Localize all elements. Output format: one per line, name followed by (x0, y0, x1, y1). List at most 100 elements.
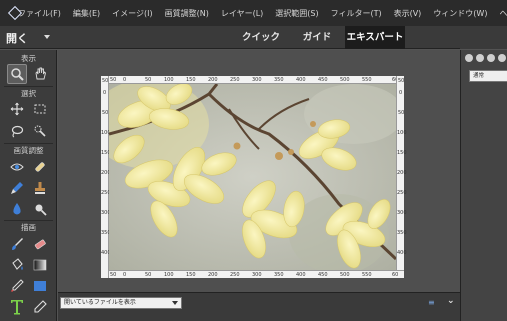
menu-help[interactable]: ヘルプ(H) (493, 8, 507, 19)
section-draw-label: 描画 (21, 223, 36, 232)
photo-image[interactable] (109, 84, 396, 270)
eye-tool-icon[interactable] (7, 157, 27, 177)
ruler-label: 250 (397, 190, 407, 196)
ruler-label: 50 (398, 110, 405, 116)
ruler-label: 150 (397, 150, 407, 156)
document-window[interactable]: 50 0 50 100 150 200 250 300 350 400 450 … (101, 76, 407, 278)
ruler-label: 550 (362, 77, 372, 83)
rectangular-marquee-icon[interactable] (30, 99, 50, 119)
right-panel-header (460, 26, 507, 49)
panel-icon-row (465, 54, 506, 62)
menu-edit[interactable]: 編集(E) (67, 8, 106, 19)
ruler-label: 50 (110, 77, 117, 83)
new-layer-icon[interactable] (465, 54, 473, 62)
pencil-tool-icon[interactable] (30, 297, 50, 317)
ruler-label: 0 (103, 90, 107, 96)
ruler-label: 400 (296, 272, 306, 278)
open-files-dropdown-value: 開いているファイルを表示 (64, 299, 136, 306)
delete-layer-icon[interactable] (498, 54, 506, 62)
canvas-area[interactable]: 50 0 50 100 150 200 250 300 350 400 450 … (58, 50, 460, 292)
ruler-label: 200 (397, 170, 407, 176)
open-button[interactable]: 開く (6, 30, 28, 46)
ruler-label: 300 (252, 272, 262, 278)
sponge-tool-icon[interactable] (30, 199, 50, 219)
ruler-label: 350 (274, 77, 284, 83)
ruler-left: 50 0 50 100 150 200 250 300 350 400 (101, 76, 111, 278)
ruler-label: 500 (340, 272, 350, 278)
tab-expert[interactable]: エキスパート (345, 26, 405, 49)
ruler-label: 50 (110, 272, 117, 278)
blend-mode-select[interactable]: 通常 (469, 70, 507, 82)
photo-editor-window: ファイル(F) 編集(E) イメージ(I) 画質調整(N) レイヤー(L) 選択… (0, 0, 507, 321)
toolbox: 表示 選択 画質調整 描画 (0, 50, 57, 321)
menu-select[interactable]: 選択範囲(S) (269, 8, 324, 19)
brush-tool-icon[interactable] (7, 234, 27, 254)
list-menu-icon[interactable]: ≡ (428, 298, 435, 307)
section-divider (4, 220, 53, 221)
ruler-label: 150 (186, 77, 196, 83)
ruler-right: 50 0 50 100 150 200 250 300 350 400 (396, 76, 407, 278)
ruler-label: 50 (398, 78, 405, 84)
smart-brush-icon[interactable] (7, 178, 27, 198)
bottom-bar: 開いているファイルを表示 ≡ ⌄ (58, 292, 460, 321)
menu-items: ファイル(F) 編集(E) イメージ(I) 画質調整(N) レイヤー(L) 選択… (12, 8, 507, 19)
mode-bar: 開く クイック ガイド エキスパート (0, 26, 507, 49)
shape-tool-icon[interactable] (30, 276, 50, 296)
spot-healing-brush-icon[interactable] (30, 157, 50, 177)
section-select-label: 選択 (21, 89, 36, 98)
eraser-tool-icon[interactable] (30, 234, 50, 254)
ruler-label: 50 (145, 77, 152, 83)
ruler-label: 350 (397, 230, 407, 236)
ruler-label: 250 (230, 272, 240, 278)
ruler-label: 50 (102, 110, 109, 116)
collapse-chevron-icon[interactable]: ⌄ (447, 296, 455, 306)
ruler-label: 350 (274, 272, 284, 278)
ruler-label: 500 (340, 77, 350, 83)
menu-window[interactable]: ウィンドウ(W) (427, 8, 493, 19)
ruler-label: 0 (123, 77, 127, 83)
adjustment-layer-icon[interactable] (476, 54, 484, 62)
layer-options-icon[interactable] (487, 54, 495, 62)
ruler-bottom: 50 0 50 100 150 200 250 300 350 400 450 … (109, 270, 404, 278)
ruler-label: 100 (397, 130, 407, 136)
ruler-label: 250 (230, 77, 240, 83)
menu-filter[interactable]: フィルター(T) (325, 8, 388, 19)
tab-guide[interactable]: ガイド (297, 26, 337, 49)
ruler-label: 450 (318, 272, 328, 278)
open-files-dropdown[interactable]: 開いているファイルを表示 (60, 297, 182, 309)
section-view-label: 表示 (21, 54, 36, 63)
menu-layer[interactable]: レイヤー(L) (215, 8, 269, 19)
ruler-label: 550 (362, 272, 372, 278)
ruler-label: 200 (208, 272, 218, 278)
ruler-label: 400 (397, 250, 407, 256)
menu-enhance[interactable]: 画質調整(N) (159, 8, 215, 19)
layers-panel: 通常 (460, 50, 507, 321)
menu-view[interactable]: 表示(V) (388, 8, 428, 19)
ruler-label: 450 (318, 77, 328, 83)
ruler-label: 400 (296, 77, 306, 83)
ruler-label: 300 (397, 210, 407, 216)
ruler-top: 50 0 50 100 150 200 250 300 350 400 450 … (109, 76, 404, 84)
section-divider (4, 143, 53, 144)
menu-image[interactable]: イメージ(I) (106, 8, 158, 19)
clone-stamp-icon[interactable] (30, 178, 50, 198)
ruler-label: 100 (164, 77, 174, 83)
move-tool-icon[interactable] (7, 99, 27, 119)
ruler-label: 200 (208, 77, 218, 83)
quick-selection-icon[interactable] (30, 121, 50, 141)
blur-tool-icon[interactable] (7, 199, 27, 219)
tab-quick[interactable]: クイック (236, 26, 286, 49)
zoom-tool-icon[interactable] (7, 64, 27, 84)
ruler-label: 50 (102, 78, 109, 84)
ruler-label: 300 (252, 77, 262, 83)
type-tool-icon[interactable] (7, 297, 27, 317)
menu-bar: ファイル(F) 編集(E) イメージ(I) 画質調整(N) レイヤー(L) 選択… (0, 0, 507, 26)
hand-tool-icon[interactable] (30, 64, 50, 84)
color-picker-icon[interactable] (7, 276, 27, 296)
paint-bucket-icon[interactable] (7, 255, 27, 275)
gradient-tool-icon[interactable] (30, 255, 50, 275)
ruler-label: 0 (123, 272, 127, 278)
ruler-label: 0 (399, 90, 403, 96)
open-dropdown-caret-icon[interactable] (44, 35, 50, 39)
lasso-tool-icon[interactable] (7, 121, 27, 141)
